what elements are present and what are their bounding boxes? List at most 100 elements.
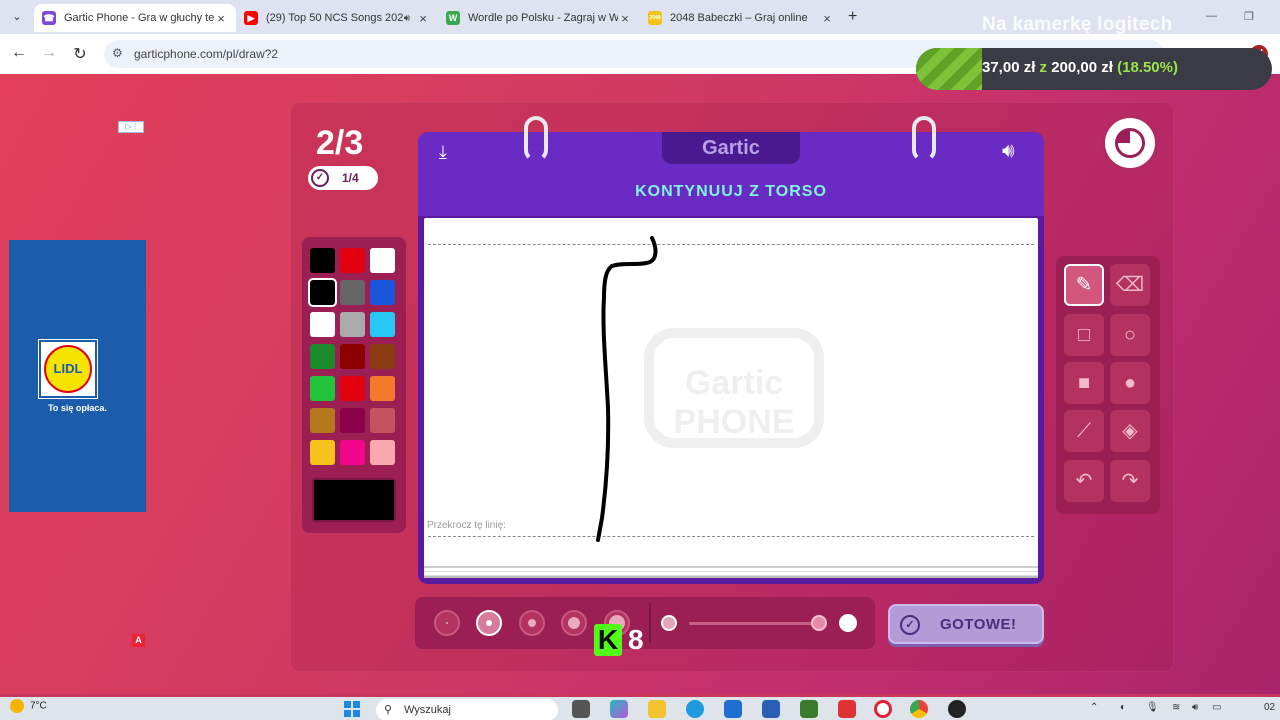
fill-bucket-icon[interactable]: ◈	[1110, 410, 1150, 452]
lidl-logo: LIDL	[38, 339, 98, 399]
taskbar-search[interactable]: ⚲ Wyszukaj	[376, 699, 558, 720]
pencil-icon[interactable]: ✎	[1064, 264, 1104, 306]
wifi-icon[interactable]: ≋	[1172, 702, 1180, 713]
tab-title: (29) Top 50 NCS Songs 202	[266, 12, 404, 24]
tab-wordle[interactable]: W Wordle po Polsku - Zagraj w W ×	[438, 4, 640, 32]
tray-chevron-icon[interactable]: ⌃	[1090, 702, 1098, 713]
minimize-icon[interactable]: —	[1206, 10, 1217, 22]
donation-progress-fill	[916, 48, 982, 90]
windows-start-icon[interactable]	[344, 701, 360, 717]
close-tab-icon[interactable]: ×	[214, 11, 228, 26]
opacity-slider-handle[interactable]	[811, 615, 827, 631]
color-swatch[interactable]	[340, 312, 365, 337]
circle-filled-icon[interactable]: ●	[1110, 362, 1150, 404]
url-text: garticphone.com/pl/draw?2	[134, 47, 279, 61]
color-swatch[interactable]	[310, 440, 335, 465]
ea-app-icon[interactable]	[838, 700, 856, 718]
brush-size-3[interactable]	[519, 610, 545, 636]
color-swatch[interactable]	[370, 376, 395, 401]
color-swatch[interactable]	[370, 344, 395, 369]
line-icon[interactable]: ⟋	[1064, 410, 1104, 452]
rectangle-filled-icon[interactable]: ■	[1064, 362, 1104, 404]
current-color-preview	[312, 478, 396, 522]
minecraft-icon[interactable]	[800, 700, 818, 718]
close-tab-icon[interactable]: ×	[820, 11, 834, 26]
tab-youtube[interactable]: ▶ (29) Top 50 NCS Songs 202 🔊︎ ×	[236, 4, 438, 32]
brush-size-2[interactable]	[476, 610, 502, 636]
weather-widget[interactable]: 7°C	[10, 699, 47, 713]
tab-search-icon[interactable]: ⌄	[8, 8, 26, 26]
drawing-canvas[interactable]: Przekrocz tę linię: Gartic PHONE	[424, 218, 1038, 574]
user-drawing-stroke	[596, 236, 658, 542]
check-icon: ✓	[311, 169, 329, 187]
edge-icon[interactable]	[686, 700, 704, 718]
rectangle-outline-icon[interactable]: □	[1064, 314, 1104, 356]
file-explorer-icon[interactable]	[648, 700, 666, 718]
brush-settings-bar	[415, 597, 875, 649]
color-swatch[interactable]	[340, 440, 365, 465]
app-icon[interactable]	[762, 700, 780, 718]
back-arrow-icon[interactable]: ←	[9, 44, 29, 62]
download-icon[interactable]: ⤓	[432, 142, 454, 164]
app-icon[interactable]	[948, 700, 966, 718]
color-swatch[interactable]	[370, 408, 395, 433]
speaker-icon[interactable]: 🔊︎	[1002, 140, 1015, 163]
players-done-badge: ✓ 1/4	[308, 166, 378, 190]
tab-gartic[interactable]: ☎ Gartic Phone - Gra w głuchy tel ×	[34, 4, 236, 32]
ad-badge[interactable]: A	[132, 634, 145, 647]
ad-choices-icon[interactable]: ▷ ⁝	[118, 121, 144, 133]
reload-icon[interactable]: ↻	[70, 44, 90, 64]
battery-icon[interactable]: ▭	[1212, 702, 1221, 713]
color-swatch[interactable]	[308, 278, 337, 307]
color-swatch[interactable]	[310, 376, 335, 401]
close-tab-icon[interactable]: ×	[618, 11, 632, 26]
color-palette	[302, 237, 406, 533]
chrome-icon[interactable]	[910, 700, 928, 718]
circle-outline-icon[interactable]: ○	[1110, 314, 1150, 356]
opacity-slider[interactable]	[689, 622, 819, 625]
color-swatch[interactable]	[340, 344, 365, 369]
tray-icon[interactable]: ◐	[1120, 702, 1126, 713]
tool-panel: ✎ ⌫ □ ○ ■ ● ⟋ ◈ ↶ ↷	[1056, 256, 1160, 514]
color-swatch[interactable]	[310, 312, 335, 337]
color-swatch[interactable]	[340, 280, 365, 305]
new-tab-button[interactable]: +	[848, 8, 857, 26]
redo-icon[interactable]: ↷	[1110, 460, 1150, 502]
done-button[interactable]: ✓ GOTOWE!	[888, 604, 1044, 644]
brush-size-4[interactable]	[561, 610, 587, 636]
close-tab-icon[interactable]: ×	[416, 11, 430, 26]
opera-icon[interactable]	[874, 700, 892, 718]
sun-icon	[10, 699, 24, 713]
color-swatch[interactable]	[310, 408, 335, 433]
color-swatch[interactable]	[370, 248, 395, 273]
brush-size-1[interactable]	[434, 610, 460, 636]
lidl-ad-banner[interactable]: LIDL To się opłaca.	[9, 240, 146, 512]
color-swatch[interactable]	[340, 248, 365, 273]
binder-ring-left	[524, 116, 548, 162]
eraser-icon[interactable]: ⌫	[1110, 264, 1150, 306]
task-view-icon[interactable]	[572, 700, 590, 718]
store-icon[interactable]	[724, 700, 742, 718]
color-swatch[interactable]	[310, 344, 335, 369]
color-swatch[interactable]	[310, 248, 335, 273]
forward-arrow-icon[interactable]: →	[39, 44, 59, 62]
lidl-slogan: To się opłaca.	[48, 403, 107, 413]
copilot-icon[interactable]	[610, 700, 628, 718]
site-info-icon[interactable]: ⚙	[112, 46, 123, 60]
color-swatch[interactable]	[370, 280, 395, 305]
undo-icon[interactable]: ↶	[1064, 460, 1104, 502]
color-swatch[interactable]	[370, 440, 395, 465]
speaker-icon[interactable]: 🔊︎	[404, 13, 410, 24]
restore-icon[interactable]: ❐	[1244, 10, 1254, 23]
opacity-max-icon	[839, 614, 857, 632]
volume-icon[interactable]: 🔊︎	[1192, 702, 1198, 713]
microphone-icon[interactable]: 🎙︎	[1146, 702, 1159, 713]
gartic-favicon-icon: ☎	[42, 11, 56, 25]
color-swatch[interactable]	[370, 312, 395, 337]
color-swatch[interactable]	[340, 408, 365, 433]
drawing-notebook: Gartic ⤓ 🔊︎ KONTYNUUJ Z TORSO Przekrocz …	[418, 116, 1044, 584]
timer-progress	[1115, 128, 1145, 158]
clock[interactable]: 02	[1264, 702, 1275, 713]
tab-2048[interactable]: 2048 2048 Babeczki – Graj online ×	[640, 4, 842, 32]
color-swatch[interactable]	[340, 376, 365, 401]
